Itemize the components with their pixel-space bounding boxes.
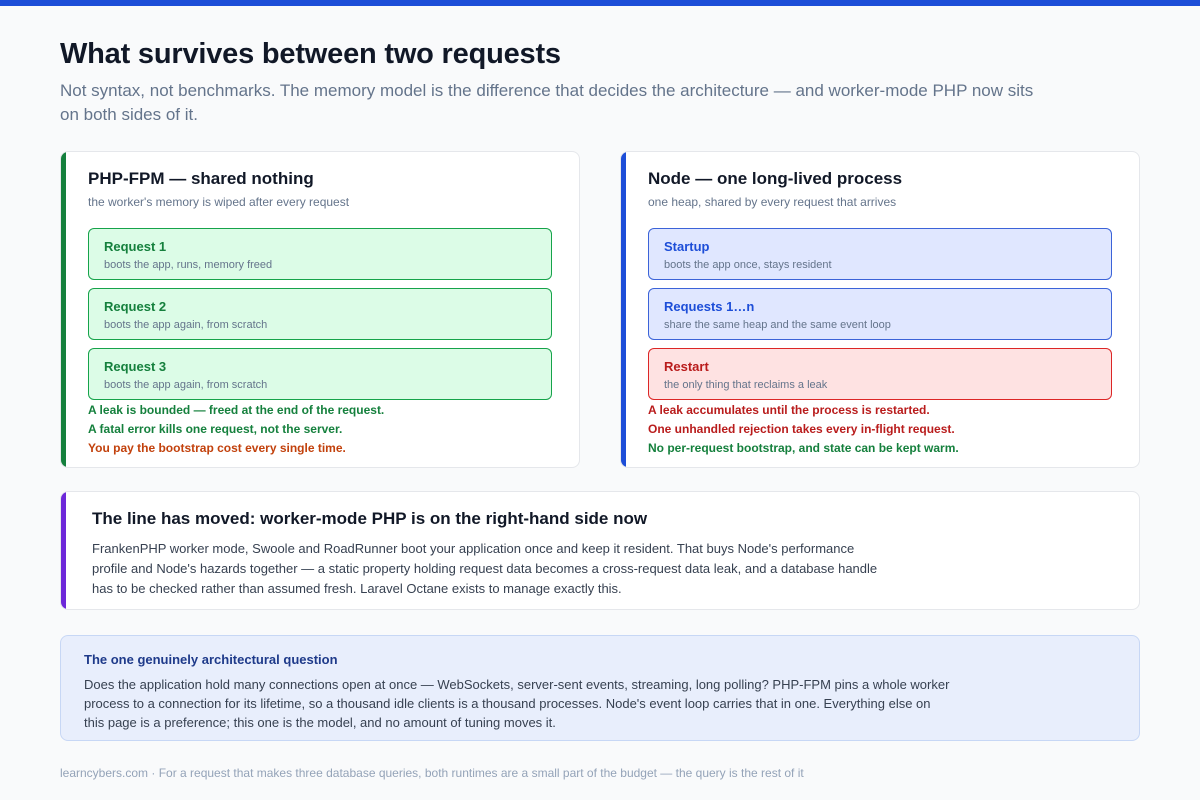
step-label: Request 3 <box>104 359 167 374</box>
php-note-fatal: A fatal error kills one request, not the… <box>88 422 343 436</box>
step-desc: the only thing that reclaims a leak <box>664 379 828 391</box>
step-label: Restart <box>664 359 709 374</box>
node-step-restart: Restart the only thing that reclaims a l… <box>648 348 1112 400</box>
step-desc: boots the app once, stays resident <box>664 259 832 271</box>
step-desc: boots the app, runs, memory freed <box>104 259 273 271</box>
node-step-requests: Requests 1…n share the same heap and the… <box>648 288 1112 340</box>
node-note-rejection: One unhandled rejection takes every in-f… <box>648 422 955 436</box>
php-step-request-2: Request 2 boots the app again, from scra… <box>88 288 552 340</box>
step-label: Request 1 <box>104 239 167 254</box>
worker-card-title: The line has moved: worker-mode PHP is o… <box>92 509 648 528</box>
worker-card-stripe <box>61 492 66 609</box>
step-label: Startup <box>664 239 710 254</box>
php-card-stripe <box>61 152 66 467</box>
php-note-bootstrap: You pay the bootstrap cost every single … <box>88 441 346 455</box>
node-note-warm: No per-request bootstrap, and state can … <box>648 441 959 455</box>
architecture-callout: The one genuinely architectural question… <box>60 635 1140 741</box>
footer-note: learncybers.com · For a request that mak… <box>60 766 804 780</box>
step-desc: boots the app again, from scratch <box>104 379 268 391</box>
worker-card-body: FrankenPHP worker mode, Swoole and RoadR… <box>92 541 878 596</box>
step-desc: boots the app again, from scratch <box>104 319 268 331</box>
node-note-leak: A leak accumulates until the process is … <box>648 403 930 417</box>
callout-body: Does the application hold many connectio… <box>84 677 950 730</box>
worker-mode-card: The line has moved: worker-mode PHP is o… <box>60 491 1140 610</box>
node-card-subtitle: one heap, shared by every request that a… <box>648 195 897 209</box>
page-subtitle: Not syntax, not benchmarks. The memory m… <box>60 81 1034 124</box>
php-step-request-3: Request 3 boots the app again, from scra… <box>88 348 552 400</box>
node-card-title: Node — one long-lived process <box>648 169 903 188</box>
php-note-leak: A leak is bounded — freed at the end of … <box>88 403 385 417</box>
page-title: What survives between two requests <box>60 38 561 70</box>
php-card-title: PHP-FPM — shared nothing <box>88 169 314 188</box>
step-desc: share the same heap and the same event l… <box>664 319 891 331</box>
php-fpm-card: PHP-FPM — shared nothing the worker's me… <box>60 151 580 468</box>
node-step-startup: Startup boots the app once, stays reside… <box>648 228 1112 280</box>
callout-title: The one genuinely architectural question <box>84 652 338 667</box>
step-label: Request 2 <box>104 299 167 314</box>
top-accent-bar <box>0 0 1200 6</box>
php-step-request-1: Request 1 boots the app, runs, memory fr… <box>88 228 552 280</box>
php-card-subtitle: the worker's memory is wiped after every… <box>88 195 350 209</box>
step-label: Requests 1…n <box>664 299 755 314</box>
node-card-stripe <box>621 152 626 467</box>
node-card: Node — one long-lived process one heap, … <box>620 151 1140 468</box>
